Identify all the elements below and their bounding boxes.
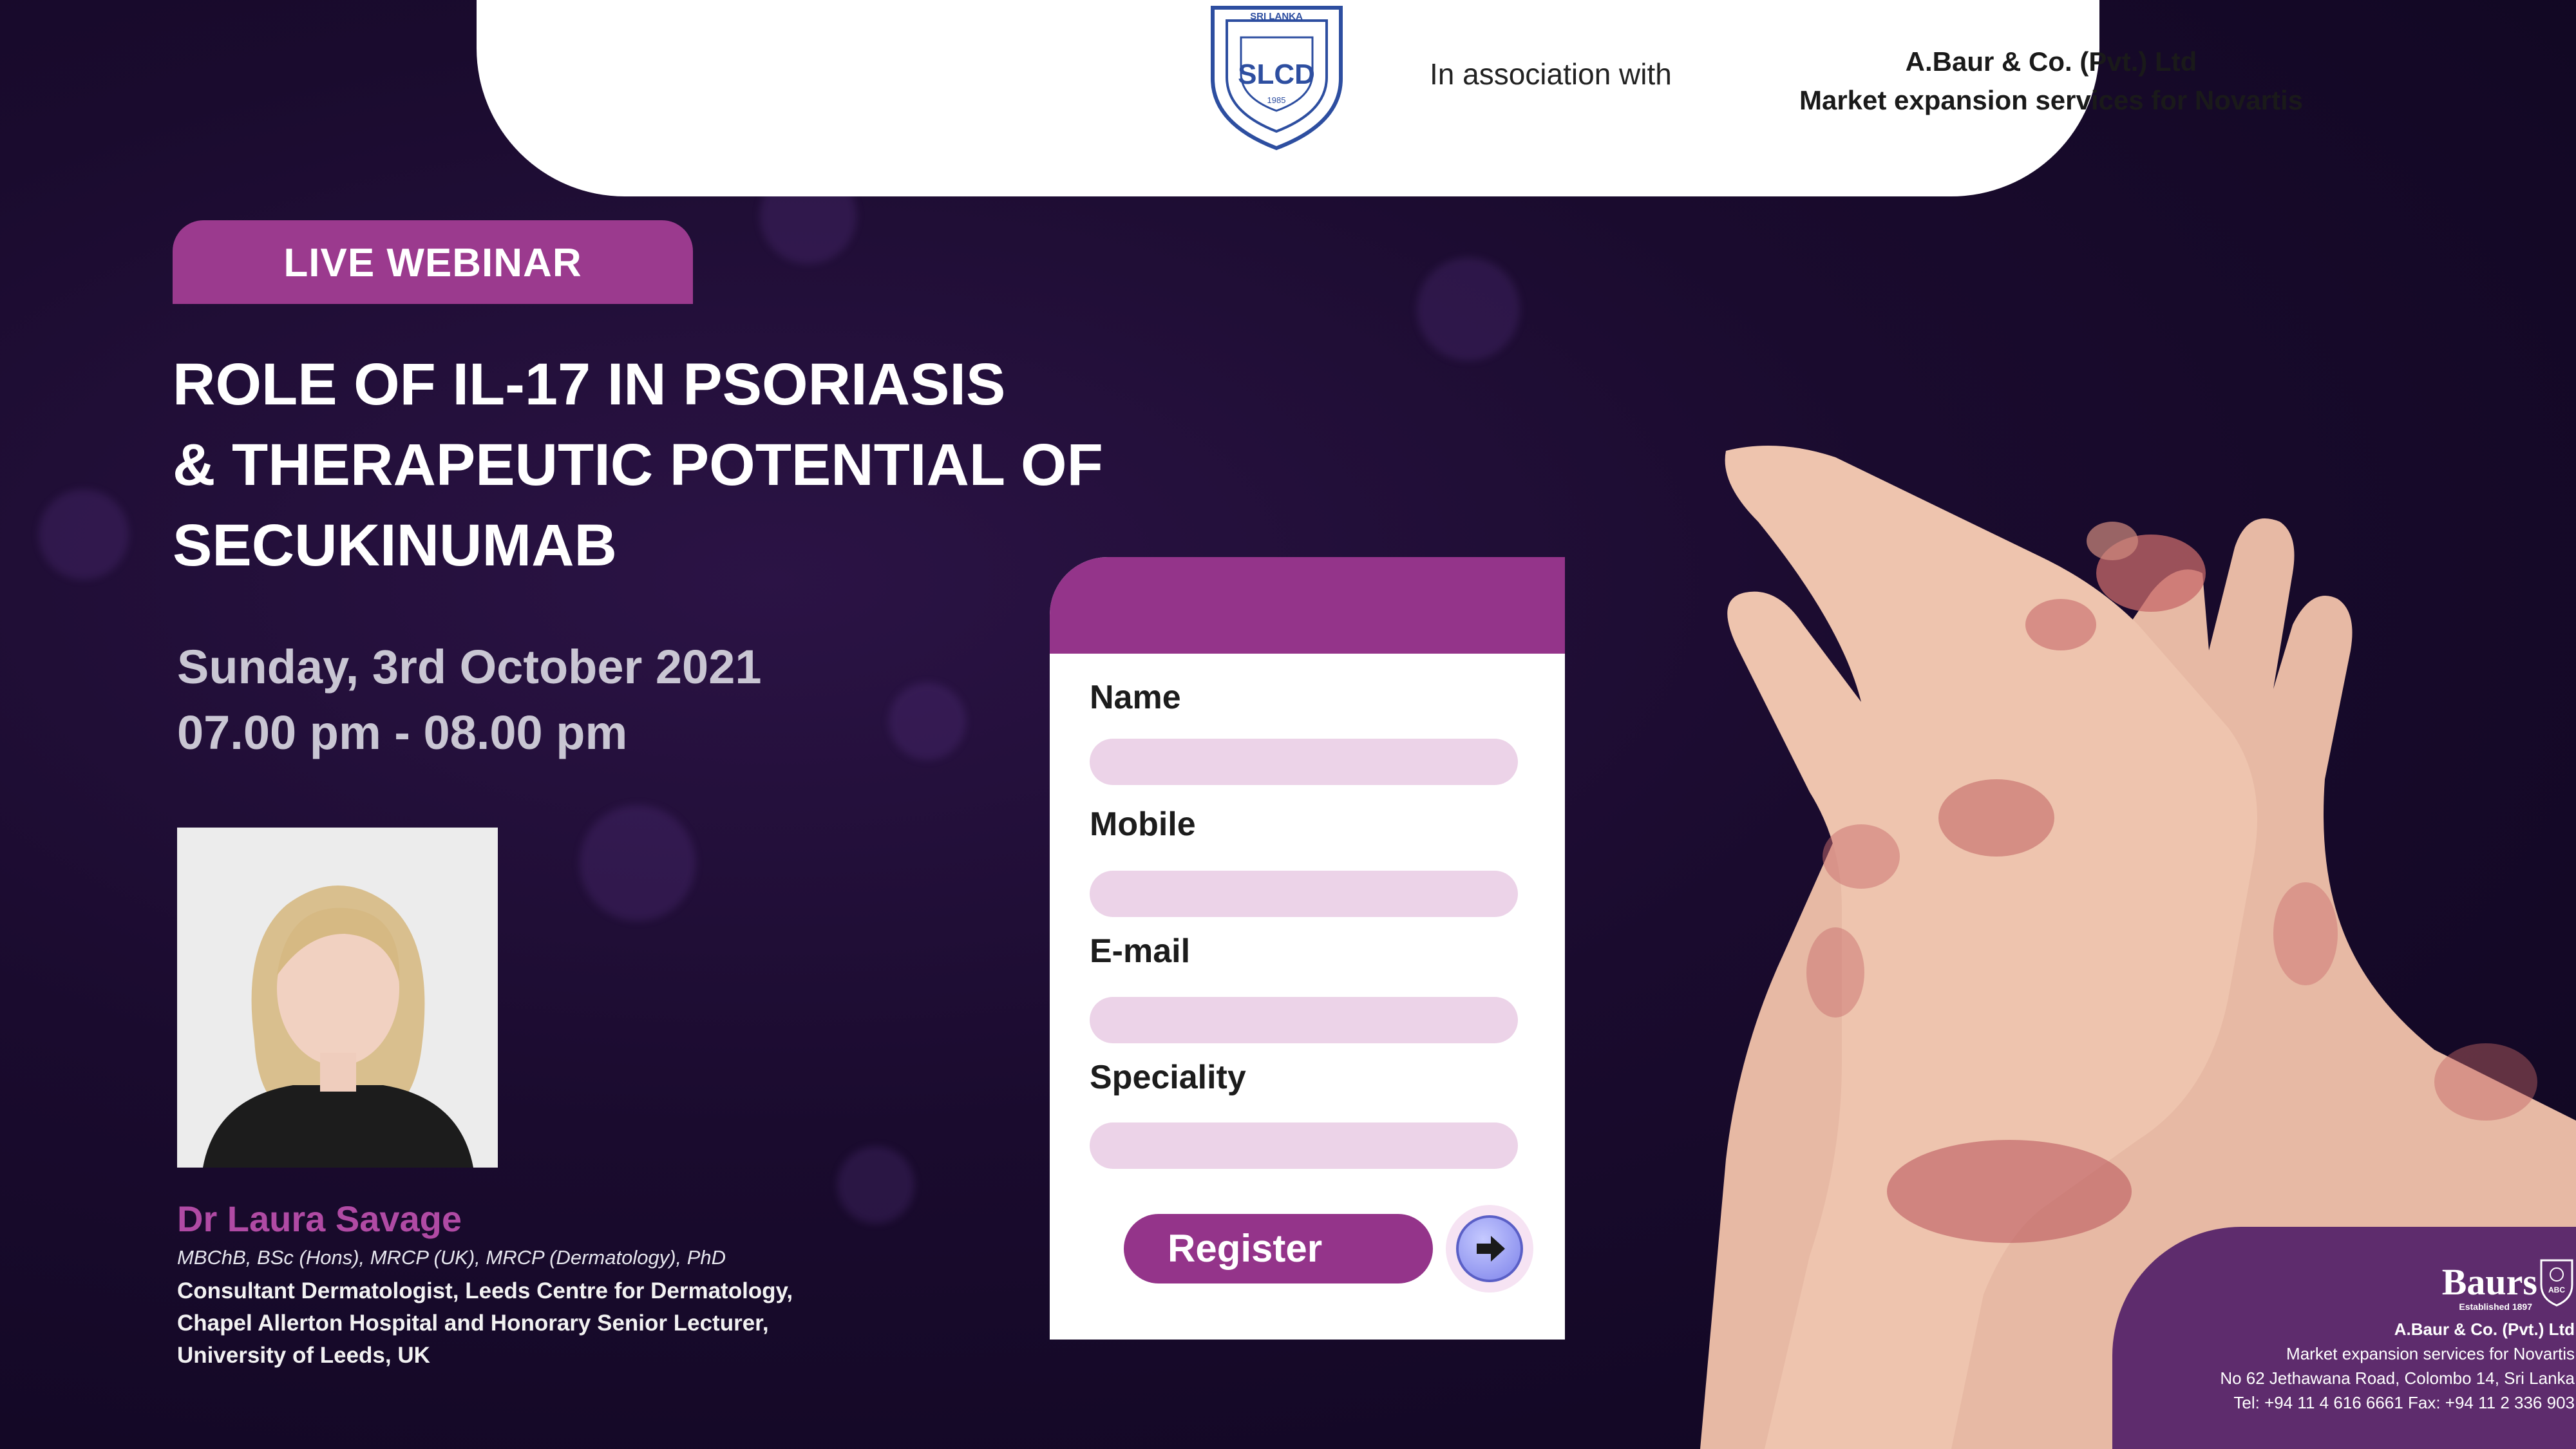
bokeh-decoration <box>889 683 966 760</box>
speciality-label: Speciality <box>1090 1059 1246 1096</box>
speaker-qualifications: MBChB, BSc (Hons), MRCP (UK), MRCP (Derm… <box>177 1246 726 1269</box>
slcd-crest-icon: SRI LANKA SLCD 1985 <box>1201 1 1352 153</box>
mobile-input[interactable] <box>1090 871 1518 917</box>
name-input[interactable] <box>1090 739 1518 785</box>
header-company-block: A.Baur & Co. (Pvt.) Ltd Market expansion… <box>1761 43 2341 120</box>
logo-initials: SLCD <box>1238 59 1315 90</box>
footer-panel: Baurs Established 1897 ABC A.Baur & Co. … <box>2112 1227 2576 1449</box>
event-time: 07.00 pm - 08.00 pm <box>177 706 628 759</box>
footer-tagline: Market expansion services for Novartis <box>2286 1344 2575 1363</box>
webinar-title: ROLE OF IL-17 IN PSORIASIS & THERAPEUTIC… <box>173 345 1267 586</box>
title-line: & THERAPEUTIC POTENTIAL OF <box>173 432 1103 498</box>
register-button[interactable]: Register <box>1124 1205 1533 1293</box>
baurs-crest-icon: ABC <box>2539 1256 2575 1308</box>
bokeh-decoration <box>39 489 129 580</box>
speaker-role-line: University of Leeds, UK <box>177 1343 430 1368</box>
arrow-right-icon <box>1456 1215 1523 1282</box>
speciality-input[interactable] <box>1090 1122 1518 1169</box>
header-company-tagline: Market expansion services for Novartis <box>1799 85 2303 115</box>
logo-top-text: SRI LANKA <box>1250 11 1303 22</box>
footer-info: A.Baur & Co. (Pvt.) Ltd Market expansion… <box>2220 1317 2575 1415</box>
registration-form: Name Mobile E-mail Speciality Register <box>1050 557 1565 1340</box>
footer-company-name: A.Baur & Co. (Pvt.) Ltd <box>2394 1320 2575 1339</box>
speaker-role-line: Chapel Allerton Hospital and Honorary Se… <box>177 1311 769 1336</box>
title-line: ROLE OF IL-17 IN PSORIASIS <box>173 352 1006 417</box>
bokeh-decoration <box>1417 258 1520 361</box>
event-schedule: Sunday, 3rd October 2021 07.00 pm - 08.0… <box>177 634 762 766</box>
speaker-name: Dr Laura Savage <box>177 1198 462 1239</box>
footer-crest-letters: ABC <box>2548 1285 2565 1294</box>
speaker-role-line: Consultant Dermatologist, Leeds Centre f… <box>177 1278 793 1303</box>
register-label: Register <box>1168 1227 1323 1270</box>
speaker-photo <box>177 828 498 1168</box>
form-header-bar <box>1050 557 1565 654</box>
register-arrow-button[interactable] <box>1446 1205 1533 1293</box>
event-date: Sunday, 3rd October 2021 <box>177 640 762 694</box>
bokeh-decoration <box>837 1146 914 1224</box>
name-label: Name <box>1090 679 1181 716</box>
footer-contact: Tel: +94 11 4 616 6661 Fax: +94 11 2 336… <box>2233 1393 2575 1412</box>
bokeh-decoration <box>580 805 696 921</box>
speaker-role: Consultant Dermatologist, Leeds Centre f… <box>177 1275 886 1372</box>
email-input[interactable] <box>1090 997 1518 1043</box>
header-company-name: A.Baur & Co. (Pvt.) Ltd <box>1905 46 2197 77</box>
webinar-banner: SRI LANKA SLCD 1985 In association with … <box>0 0 2576 1449</box>
footer-brand: Baurs <box>2441 1261 2537 1303</box>
footer-address: No 62 Jethawana Road, Colombo 14, Sri La… <box>2220 1368 2575 1388</box>
email-label: E-mail <box>1090 933 1191 970</box>
footer-established: Established 1897 <box>2459 1302 2532 1312</box>
mobile-label: Mobile <box>1090 806 1196 843</box>
header-banner: SRI LANKA SLCD 1985 In association with … <box>477 0 2303 196</box>
logo-year: 1985 <box>1267 95 1286 105</box>
live-webinar-badge: LIVE WEBINAR <box>173 220 693 304</box>
association-text: In association with <box>1430 57 1672 91</box>
